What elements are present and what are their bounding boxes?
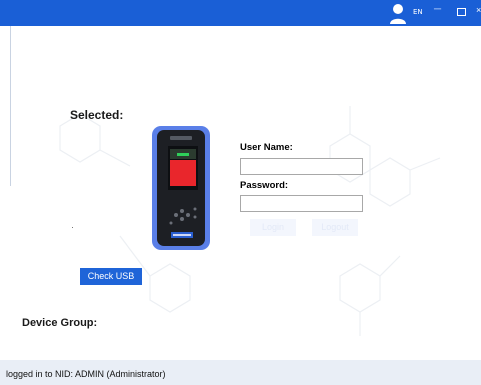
language-selector[interactable]: EN: [413, 8, 423, 16]
username-input[interactable]: [240, 158, 363, 175]
selected-label: Selected:: [70, 108, 124, 122]
password-input[interactable]: [240, 195, 363, 212]
minimize-button[interactable]: ─: [434, 4, 441, 15]
decorative-dot: [72, 227, 73, 228]
title-bar: EN ─ ×: [0, 0, 481, 26]
maximize-button[interactable]: [457, 8, 466, 16]
device-image: [152, 126, 210, 250]
check-usb-button[interactable]: Check USB: [80, 268, 142, 285]
password-label: Password:: [240, 180, 289, 191]
login-status-text: logged in to NID: ADMIN (Administrator): [6, 369, 166, 379]
login-button[interactable]: Login: [250, 219, 296, 236]
molecule-watermark: [59, 106, 441, 336]
device-group-label: Device Group:: [22, 317, 98, 329]
user-icon[interactable]: [389, 2, 407, 24]
close-button[interactable]: ×: [476, 5, 481, 15]
username-label: User Name:: [240, 142, 293, 153]
logout-button[interactable]: Logout: [312, 219, 358, 236]
